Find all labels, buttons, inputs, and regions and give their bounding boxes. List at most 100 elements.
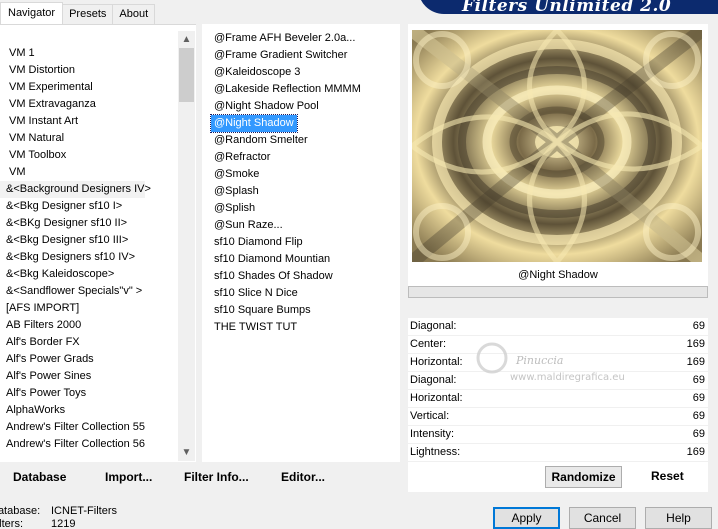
parameter-sliders: Diagonal: 69 Center: 169 Horizontal: 169 Diago…	[408, 318, 708, 462]
scroll-up-icon[interactable]: ▲	[178, 31, 195, 48]
reset-button[interactable]: Reset	[651, 466, 691, 488]
slider-track[interactable]	[482, 358, 682, 367]
category-item[interactable]: Andrew's Filter Collection 55	[0, 419, 178, 436]
category-item[interactable]: &<Bkg Designer sf10 I>	[0, 198, 178, 215]
slider-label: Diagonal:	[410, 374, 457, 386]
scroll-thumb[interactable]	[179, 48, 194, 102]
banner-title: Filters Unlimited 2.0	[462, 0, 672, 16]
tab-navigator[interactable]: Navigator	[0, 2, 64, 24]
slider-track[interactable]	[482, 412, 682, 421]
category-item[interactable]: Alf's Border FX	[0, 334, 178, 351]
tab-about[interactable]: About	[112, 4, 156, 24]
category-item[interactable]: &<Background Designers IV>	[0, 181, 151, 198]
category-item[interactable]: VM Instant Art	[0, 113, 178, 130]
filter-item[interactable]: THE TWIST TUT	[211, 319, 361, 336]
category-panel: VM 1 VM Distortion VM Experimental VM Extra…	[0, 24, 196, 462]
slider-track[interactable]	[482, 340, 682, 349]
filter-item[interactable]: sf10 Diamond Flip	[211, 234, 361, 251]
category-item[interactable]: &<BKg Designer sf10 II>	[0, 215, 178, 232]
filter-panel: @Frame AFH Beveler 2.0a... @Frame Gradien…	[202, 24, 400, 462]
progress-bar	[408, 286, 708, 298]
filter-item[interactable]: @Refractor	[211, 149, 361, 166]
filter-item[interactable]: @Random Smelter	[211, 132, 361, 149]
filters-label: Filters:	[0, 518, 23, 529]
slider-row: Center: 169	[408, 336, 708, 354]
filter-item[interactable]: @Smoke	[211, 166, 361, 183]
category-item[interactable]: VM Experimental	[0, 79, 178, 96]
slider-value: 69	[692, 410, 705, 422]
filters-unlimited-dialog: Filters Unlimited 2.0 Navigator Presets …	[0, 0, 718, 529]
slider-track[interactable]	[482, 376, 682, 385]
slider-label: Intensity:	[410, 428, 455, 440]
category-item[interactable]: VM Distortion	[0, 62, 178, 79]
filter-item[interactable]: @Night Shadow Pool	[211, 98, 361, 115]
filter-item[interactable]: @Lakeside Reflection MMMM	[211, 81, 361, 98]
tab-presets[interactable]: Presets	[62, 4, 114, 24]
preview-image	[412, 30, 702, 262]
slider-row: Diagonal: 69	[408, 318, 708, 336]
filter-item[interactable]: sf10 Square Bumps	[211, 302, 361, 319]
category-item[interactable]: [AFS IMPORT]	[0, 300, 178, 317]
filter-item[interactable]: @Sun Raze...	[211, 217, 361, 234]
filter-item[interactable]: @Kaleidoscope 3	[211, 64, 361, 81]
category-item[interactable]: Alf's Power Sines	[0, 368, 178, 385]
filters-value: 1219	[51, 518, 76, 529]
category-item[interactable]: Andrew's Filter Collection 56	[0, 436, 178, 453]
slider-track[interactable]	[482, 394, 682, 403]
filter-item[interactable]: @Frame Gradient Switcher	[211, 47, 361, 64]
slider-row: Intensity: 69	[408, 426, 708, 444]
filter-item[interactable]: @Frame AFH Beveler 2.0a...	[211, 30, 361, 47]
import-button[interactable]: Import...	[105, 470, 152, 484]
slider-label: Diagonal:	[410, 320, 457, 332]
slider-value: 69	[692, 320, 705, 332]
slider-track[interactable]	[482, 322, 682, 331]
cancel-button[interactable]: Cancel	[569, 507, 636, 529]
scroll-down-icon[interactable]: ▼	[178, 444, 195, 461]
category-item[interactable]: &<Bkg Designers sf10 IV>	[0, 249, 178, 266]
slider-value: 69	[692, 374, 705, 386]
category-list[interactable]: VM 1 VM Distortion VM Experimental VM Extra…	[0, 45, 178, 453]
category-scrollbar[interactable]: ▲ ▼	[178, 31, 195, 461]
editor-button[interactable]: Editor...	[281, 470, 325, 484]
category-item[interactable]: VM Natural	[0, 130, 178, 147]
slider-value: 169	[686, 446, 705, 458]
category-item[interactable]: &<Bkg Designer sf10 III>	[0, 232, 178, 249]
category-item[interactable]: &<Bkg Kaleidoscope>	[0, 266, 178, 283]
slider-row: Diagonal: 69	[408, 372, 708, 390]
filter-item[interactable]: sf10 Shades Of Shadow	[211, 268, 361, 285]
filter-item[interactable]: @Splish	[211, 200, 361, 217]
help-button[interactable]: Help	[645, 507, 712, 529]
category-item[interactable]: &<Sandflower Specials"v" >	[0, 283, 178, 300]
filter-item[interactable]: sf10 Slice N Dice	[211, 285, 361, 302]
tab-bar: Navigator Presets About	[0, 2, 156, 24]
slider-value: 169	[686, 338, 705, 350]
filter-item[interactable]: @Night Shadow	[210, 114, 298, 133]
slider-row: Vertical: 69	[408, 408, 708, 426]
apply-button[interactable]: Apply	[493, 507, 560, 529]
category-item[interactable]: VM 1	[0, 45, 178, 62]
randomize-button[interactable]: Randomize	[545, 466, 622, 488]
category-item[interactable]: VM Extravaganza	[0, 96, 178, 113]
slider-track[interactable]	[482, 430, 682, 439]
slider-row: Horizontal: 169	[408, 354, 708, 372]
slider-value: 69	[692, 428, 705, 440]
category-item[interactable]: VM Toolbox	[0, 147, 178, 164]
filter-list[interactable]: @Frame AFH Beveler 2.0a... @Frame Gradien…	[210, 30, 361, 336]
bottom-toolbar: Database Import... Filter Info... Editor…	[0, 462, 406, 492]
filter-item[interactable]: @Splash	[211, 183, 361, 200]
slider-row: Lightness: 169	[408, 444, 708, 462]
category-item[interactable]: AB Filters 2000	[0, 317, 178, 334]
slider-track[interactable]	[482, 448, 682, 457]
category-item[interactable]: Alf's Power Grads	[0, 351, 178, 368]
selected-filter-name: @Night Shadow	[408, 264, 708, 286]
category-item[interactable]: VM	[0, 164, 178, 181]
slider-label: Center:	[410, 338, 447, 350]
filter-info-button[interactable]: Filter Info...	[184, 470, 249, 484]
category-item[interactable]: AlphaWorks	[0, 402, 178, 419]
filter-item[interactable]: sf10 Diamond Mountian	[211, 251, 361, 268]
database-button[interactable]: Database	[13, 470, 66, 484]
slider-value: 69	[692, 392, 705, 404]
category-item[interactable]: Alf's Power Toys	[0, 385, 178, 402]
slider-label: Lightness:	[410, 446, 461, 458]
slider-label: Vertical:	[410, 410, 450, 422]
